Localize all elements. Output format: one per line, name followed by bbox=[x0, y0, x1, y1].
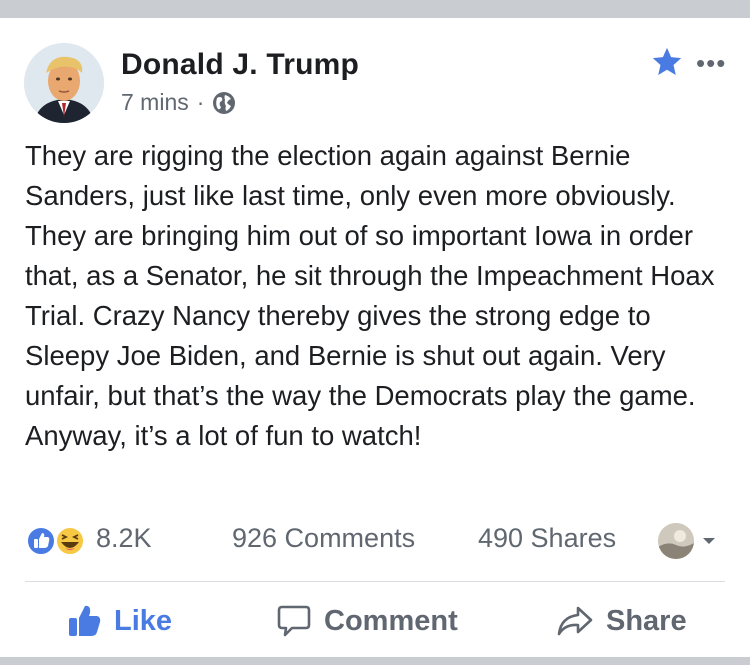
share-button[interactable]: Share bbox=[556, 592, 687, 650]
like-label: Like bbox=[114, 604, 173, 637]
share-label: Share bbox=[606, 604, 687, 637]
reactions-count[interactable]: 8.2K bbox=[96, 523, 152, 554]
comments-count[interactable]: 926 Comments bbox=[232, 523, 415, 554]
post-stats: 8.2K 926 Comments 490 Shares bbox=[26, 520, 726, 560]
viewer-avatar[interactable] bbox=[658, 523, 694, 559]
like-reaction-icon bbox=[26, 526, 56, 556]
chevron-down-icon[interactable] bbox=[700, 532, 718, 550]
more-options-icon[interactable]: ••• bbox=[696, 48, 726, 79]
post-time[interactable]: 7 mins bbox=[121, 89, 189, 116]
comment-icon bbox=[277, 605, 311, 637]
meta-separator: · bbox=[196, 89, 205, 115]
post-meta: 7 mins · bbox=[121, 89, 236, 116]
bottom-separator bbox=[0, 657, 750, 665]
comment-label: Comment bbox=[324, 604, 458, 637]
viewer-avatar-image bbox=[658, 523, 694, 559]
globe-icon bbox=[213, 91, 236, 114]
top-separator bbox=[0, 0, 750, 18]
action-bar: Like Comment Share bbox=[0, 592, 750, 650]
like-button[interactable]: Like bbox=[66, 592, 172, 650]
post-text: They are rigging the election again agai… bbox=[25, 140, 715, 451]
avatar[interactable] bbox=[24, 43, 104, 123]
author-name[interactable]: Donald J. Trump bbox=[121, 48, 359, 82]
comment-button[interactable]: Comment bbox=[276, 592, 458, 650]
post-card: Donald J. Trump 7 mins · ••• They are ri… bbox=[0, 18, 750, 657]
divider bbox=[25, 581, 725, 582]
share-arrow-icon bbox=[557, 606, 593, 636]
thumbs-up-icon bbox=[69, 605, 101, 636]
reaction-icons[interactable] bbox=[26, 526, 90, 556]
avatar-image bbox=[24, 43, 104, 123]
shares-count[interactable]: 490 Shares bbox=[478, 523, 616, 554]
favorite-star-icon[interactable] bbox=[650, 45, 684, 79]
haha-reaction-icon bbox=[55, 526, 85, 556]
